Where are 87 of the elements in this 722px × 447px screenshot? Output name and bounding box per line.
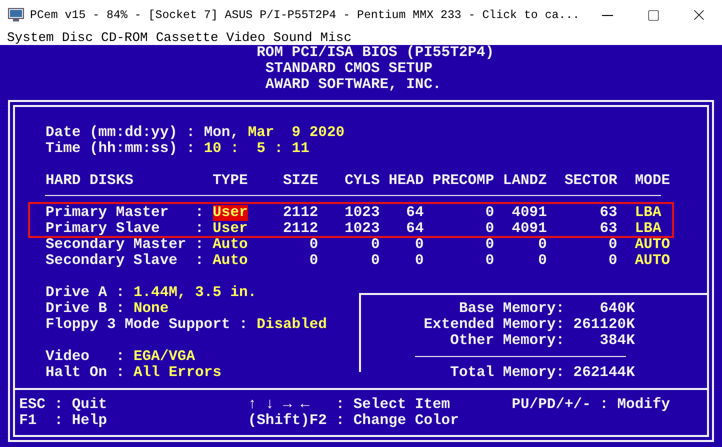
column-header: PRECOMP — [432, 173, 494, 189]
table-cell: 1023 — [344, 221, 380, 237]
table-cell: 4091 — [512, 205, 547, 221]
table-cell: 0 — [538, 237, 547, 253]
table-cell: 0 — [608, 237, 618, 253]
type-field[interactable]: Auto — [212, 237, 248, 253]
table-cell: 0 — [485, 205, 494, 221]
help-text: ↑ ↓ → ← : Select Item — [248, 397, 450, 413]
disk-label: Secondary Master : — [45, 237, 204, 253]
field-label: Drive B : — [45, 301, 125, 317]
memory-label: Other Memory: — [450, 333, 564, 349]
app-icon — [8, 8, 24, 22]
menu-item[interactable]: Disc — [58, 30, 98, 45]
field-value: 10 : 5 : 11 — [204, 141, 310, 157]
table-cell: 4091 — [512, 221, 547, 237]
memory-label: Base Memory: — [458, 301, 564, 317]
field-label: Video : — [45, 349, 125, 365]
column-header: SECTOR — [564, 173, 618, 189]
memory-value: 261120K — [573, 317, 635, 333]
menu-item[interactable]: CD-ROM — [97, 30, 152, 45]
menu-item[interactable]: Sound — [269, 30, 316, 45]
table-cell: 0 — [485, 221, 494, 237]
field-value: 1.44M, 3.5 in. — [133, 285, 257, 301]
field-label: Date (mm:dd:yy) : — [45, 125, 196, 141]
table-cell: 2112 — [283, 221, 318, 237]
type-field[interactable]: User — [212, 205, 248, 221]
disk-label: Secondary Slave : — [45, 253, 204, 269]
memory-label: Total Memory: — [450, 365, 564, 381]
table-cell: 0 — [414, 253, 424, 269]
memory-value: 384K — [600, 333, 635, 349]
table-cell: 63 — [600, 205, 618, 221]
help-text: (Shift)F2 : Change Color — [248, 413, 459, 429]
table-cell: 63 — [600, 221, 618, 237]
table-cell: 0 — [414, 237, 424, 253]
table-cell: LBA — [634, 205, 662, 221]
table-cell: AUTO — [634, 237, 670, 253]
field-value: All Errors — [133, 365, 222, 381]
memory-value: 262144K — [573, 365, 635, 381]
table-cell: 64 — [406, 205, 424, 221]
column-header: LANDZ — [502, 173, 547, 189]
column-header: MODE — [634, 173, 670, 189]
field-value: Disabled — [256, 317, 327, 333]
disk-label: Primary Slave : — [45, 221, 204, 237]
weekday-text: Mon, — [204, 125, 240, 141]
table-cell: 0 — [538, 253, 547, 269]
column-header: HARD DISKS — [45, 173, 134, 189]
bios-title: ROM PCI/ISA BIOS (PI55T2P4) — [256, 45, 494, 61]
table-cell: 0 — [309, 237, 318, 253]
menu-item[interactable]: Video — [222, 30, 270, 45]
table-cell: 1023 — [344, 205, 380, 221]
field-value: None — [133, 301, 169, 317]
help-text: F1 : Help — [19, 413, 108, 429]
table-cell: LBA — [634, 221, 662, 237]
disk-label: Primary Master : — [45, 205, 204, 221]
table-cell: 0 — [485, 253, 494, 269]
memory-value: 640K — [600, 301, 635, 317]
menu-item[interactable]: Cassette — [152, 30, 222, 45]
field-value: Mar 9 2020 — [248, 125, 345, 141]
minimize-icon — [602, 14, 612, 16]
table-cell: AUTO — [634, 253, 670, 269]
field-label: Time (hh:mm:ss) : — [45, 141, 196, 157]
memory-label: Extended Memory: — [424, 317, 564, 333]
window-title: PCem v15 - 84% - [Socket 7] ASUS P/I-P55T2P4 - Pentium MMX 233 - Click to ca... — [30, 8, 581, 22]
bios-title: STANDARD CMOS SETUP — [265, 61, 433, 77]
column-header: SIZE — [283, 173, 318, 189]
table-cell: 2112 — [283, 205, 318, 221]
table-cell: 0 — [309, 253, 318, 269]
field-value: EGA/VGA — [133, 349, 196, 365]
menu-item[interactable]: Misc — [316, 30, 356, 45]
type-field[interactable]: User — [212, 221, 248, 237]
field-label: Drive A : — [45, 285, 125, 301]
help-text: ESC : Quit — [19, 397, 108, 413]
table-cell: 0 — [370, 237, 380, 253]
bios-title: AWARD SOFTWARE, INC. — [265, 77, 442, 93]
help-text: PU/PD/+/- : Modify — [512, 397, 670, 413]
table-cell: 64 — [406, 221, 424, 237]
maximize-icon — [646, 8, 660, 22]
column-header: TYPE — [212, 173, 248, 189]
field-label: Floppy 3 Mode Support : — [45, 317, 248, 333]
type-field[interactable]: Auto — [212, 253, 248, 269]
column-header: HEAD — [388, 173, 424, 189]
table-cell: 0 — [370, 253, 380, 269]
field-label: Halt On : — [45, 365, 125, 381]
column-header: CYLS — [344, 173, 380, 189]
menu-item[interactable]: System — [3, 30, 58, 45]
table-cell: 0 — [485, 237, 494, 253]
table-cell: 0 — [608, 253, 618, 269]
